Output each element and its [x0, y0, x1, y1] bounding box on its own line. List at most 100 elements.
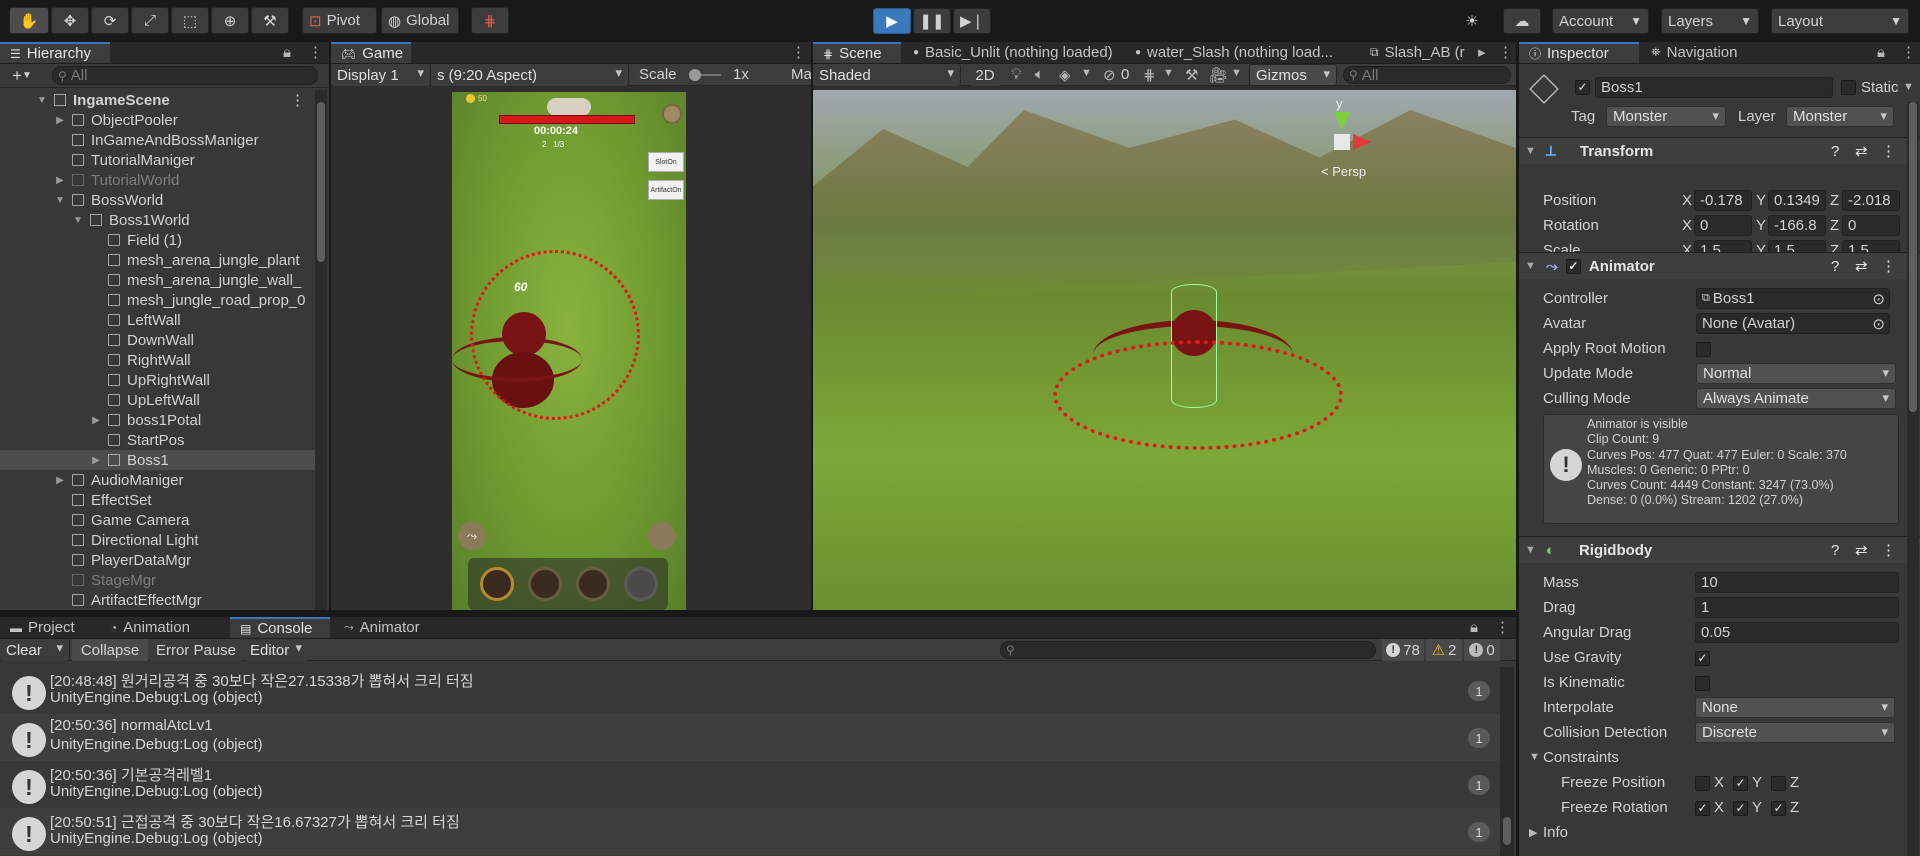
skill-slot-3[interactable]	[576, 567, 610, 601]
freeze-position-z-checkbox[interactable]	[1771, 776, 1786, 791]
hierarchy-item[interactable]: mesh_arena_jungle_wall_	[0, 270, 315, 290]
grid-toggle-icon[interactable]: ⋕	[1143, 66, 1156, 84]
object-name-field[interactable]: Boss1	[1595, 77, 1833, 98]
hierarchy-item[interactable]: Game Camera	[0, 510, 315, 530]
scene-viewport[interactable]: y < Persp	[813, 90, 1516, 610]
hierarchy-scrollbar[interactable]	[315, 90, 327, 610]
kebab-menu-icon[interactable]: ⋮	[1498, 43, 1513, 61]
kebab-menu-icon[interactable]: ⋮	[1881, 541, 1896, 559]
console-log-row[interactable]: ! [20:50:51] 근접공격 중 30보다 작은16.67327가 뽑혀서 …	[0, 808, 1500, 855]
tab-water-slash[interactable]: ● water_Slash (nothing load...	[1125, 42, 1360, 63]
position-y-field[interactable]: 0.1349	[1768, 190, 1826, 211]
console-log-row[interactable]: ! [20:50:36] normalAtcLv1 UnityEngine.Debu…	[0, 714, 1500, 761]
pause-button[interactable]: ❚❚	[913, 8, 951, 34]
transform-tool-button[interactable]: ⊕	[211, 7, 249, 34]
foldout-closed-icon[interactable]: ▶	[1529, 826, 1537, 839]
scene-search-input[interactable]: ⚲ All	[1343, 66, 1511, 84]
kebab-menu-icon[interactable]: ⋮	[1495, 618, 1510, 636]
hierarchy-item[interactable]: mesh_jungle_road_prop_0	[0, 290, 315, 310]
hierarchy-search-input[interactable]: ⚲ All	[52, 66, 318, 85]
hierarchy-item[interactable]: StartPos	[0, 430, 315, 450]
error-filter-toggle[interactable]: ! 0	[1464, 639, 1500, 661]
kebab-menu-icon[interactable]: ⋮	[1881, 142, 1896, 160]
kebab-menu-icon[interactable]: ⋮	[791, 43, 806, 61]
hierarchy-item[interactable]: ▶ boss1Potal	[0, 410, 315, 430]
info-label[interactable]: Info	[1543, 824, 1568, 841]
settings-gear-icon[interactable]	[662, 104, 682, 124]
rotation-z-field[interactable]: 0	[1842, 215, 1900, 236]
foldout-closed-icon[interactable]: ▶	[90, 455, 102, 466]
preset-icon[interactable]: ⇄	[1855, 541, 1868, 559]
rigidbody-header[interactable]: ▼ ◐ Rigidbody ? ⇄ ⋮	[1519, 536, 1920, 563]
freeze-position-y-checkbox[interactable]: ✓	[1733, 776, 1748, 791]
update-mode-dropdown[interactable]: Normal	[1696, 363, 1896, 384]
hierarchy-item[interactable]: Directional Light	[0, 530, 315, 550]
skill-slot-1[interactable]	[480, 567, 514, 601]
warning-filter-toggle[interactable]: ⚠ 2	[1426, 639, 1462, 661]
tab-inspector[interactable]: ⓘ Inspector	[1519, 42, 1639, 63]
foldout-open-icon[interactable]: ▼	[36, 95, 48, 106]
foldout-open-icon[interactable]: ▼	[1529, 751, 1540, 763]
static-checkbox[interactable]	[1841, 80, 1856, 95]
grid-snap-button[interactable]: ⋕	[471, 7, 509, 34]
collision-detection-dropdown[interactable]: Discrete	[1695, 722, 1895, 743]
tab-navigation[interactable]: ⛯ Navigation	[1641, 42, 1771, 63]
use-gravity-checkbox[interactable]: ✓	[1695, 651, 1710, 666]
kebab-menu-icon[interactable]: ⋮	[308, 43, 323, 61]
lock-icon[interactable]: 🔒︎	[1877, 44, 1885, 61]
gizmo-cube[interactable]	[1334, 134, 1350, 150]
rotation-y-field[interactable]: -166.8	[1768, 215, 1826, 236]
kebab-menu-icon[interactable]: ⋮	[290, 91, 305, 109]
help-icon[interactable]: ?	[1831, 542, 1839, 559]
mass-field[interactable]: 10	[1695, 572, 1899, 593]
hierarchy-item[interactable]: DownWall	[0, 330, 315, 350]
2d-toggle[interactable]: 2D	[969, 64, 1001, 86]
hierarchy-item[interactable]: Field (1)	[0, 230, 315, 250]
cloud-button[interactable]: ☁	[1503, 8, 1541, 34]
scale-tool-button[interactable]: ⤢	[131, 7, 169, 34]
freeze-position-x-checkbox[interactable]	[1695, 776, 1710, 791]
settings-button[interactable]: ☀	[1457, 8, 1487, 34]
inspector-scrollbar[interactable]	[1907, 102, 1919, 856]
play-button[interactable]: ▶	[873, 8, 911, 34]
hierarchy-item[interactable]: ▶ Boss1	[0, 450, 315, 470]
slot-on-button[interactable]: SlotOn	[648, 152, 684, 172]
foldout-closed-icon[interactable]: ▶	[90, 415, 102, 426]
chevron-down-icon[interactable]: ▼	[1163, 67, 1174, 79]
editor-dropdown[interactable]: Editor	[244, 639, 308, 661]
hierarchy-item[interactable]: EffectSet	[0, 490, 315, 510]
move-tool-button[interactable]: ✥	[51, 7, 89, 34]
kebab-menu-icon[interactable]: ⋮	[1901, 43, 1916, 61]
clear-dropdown[interactable]: Clear	[0, 639, 70, 661]
shading-mode-dropdown[interactable]: Shaded	[813, 64, 961, 86]
hierarchy-item[interactable]: mesh_arena_jungle_plant	[0, 250, 315, 270]
log-filter-toggle[interactable]: ! 78	[1382, 639, 1424, 661]
freeze-rotation-z-checkbox[interactable]: ✓	[1771, 801, 1786, 816]
inspector-scroll-thumb[interactable]	[1909, 102, 1917, 412]
custom-tool-button[interactable]: ⚒	[251, 7, 289, 34]
active-checkbox[interactable]: ✓	[1575, 80, 1590, 95]
console-search-input[interactable]: ⚲	[1000, 641, 1376, 659]
animator-enabled-checkbox[interactable]: ✓	[1565, 258, 1581, 274]
gizmo-x-arrow[interactable]	[1353, 134, 1371, 150]
chevron-down-icon[interactable]: ▼	[1903, 81, 1914, 93]
tab-hierarchy[interactable]: ☰ Hierarchy	[0, 42, 110, 63]
hierarchy-item[interactable]: ▶ AudioManiger	[0, 470, 315, 490]
hierarchy-item[interactable]: UpRightWall	[0, 370, 315, 390]
error-pause-toggle[interactable]: Error Pause	[150, 639, 242, 661]
hierarchy-item[interactable]: TutorialManiger	[0, 150, 315, 170]
layer-dropdown[interactable]: Monster	[1786, 106, 1894, 127]
kebab-menu-icon[interactable]: ⋮	[1881, 257, 1896, 275]
avatar-field[interactable]: None (Avatar) ⊙	[1696, 313, 1890, 334]
hierarchy-item[interactable]: ArtifactEffectMgr	[0, 590, 315, 610]
console-log-row[interactable]: ! [20:50:36] 기본공격레벨1 UnityEngine.Debug:Log…	[0, 761, 1500, 808]
hierarchy-item[interactable]: ▶ ObjectPooler	[0, 110, 315, 130]
controller-field[interactable]: ⧉ Boss1 ⊙	[1696, 288, 1890, 309]
console-log-row[interactable]: ! [20:48:48] 원거리공격 중 30보다 작은27.15338가 뽑혀서…	[0, 667, 1500, 714]
hierarchy-item[interactable]: RightWall	[0, 350, 315, 370]
console-scroll-thumb[interactable]	[1503, 817, 1511, 845]
hidden-objects-icon[interactable]: ⊘	[1103, 66, 1116, 84]
object-picker-icon[interactable]: ⊙	[1872, 290, 1885, 308]
hierarchy-item[interactable]: ▼ Boss1World	[0, 210, 315, 230]
create-button[interactable]: + ▼	[4, 66, 40, 85]
